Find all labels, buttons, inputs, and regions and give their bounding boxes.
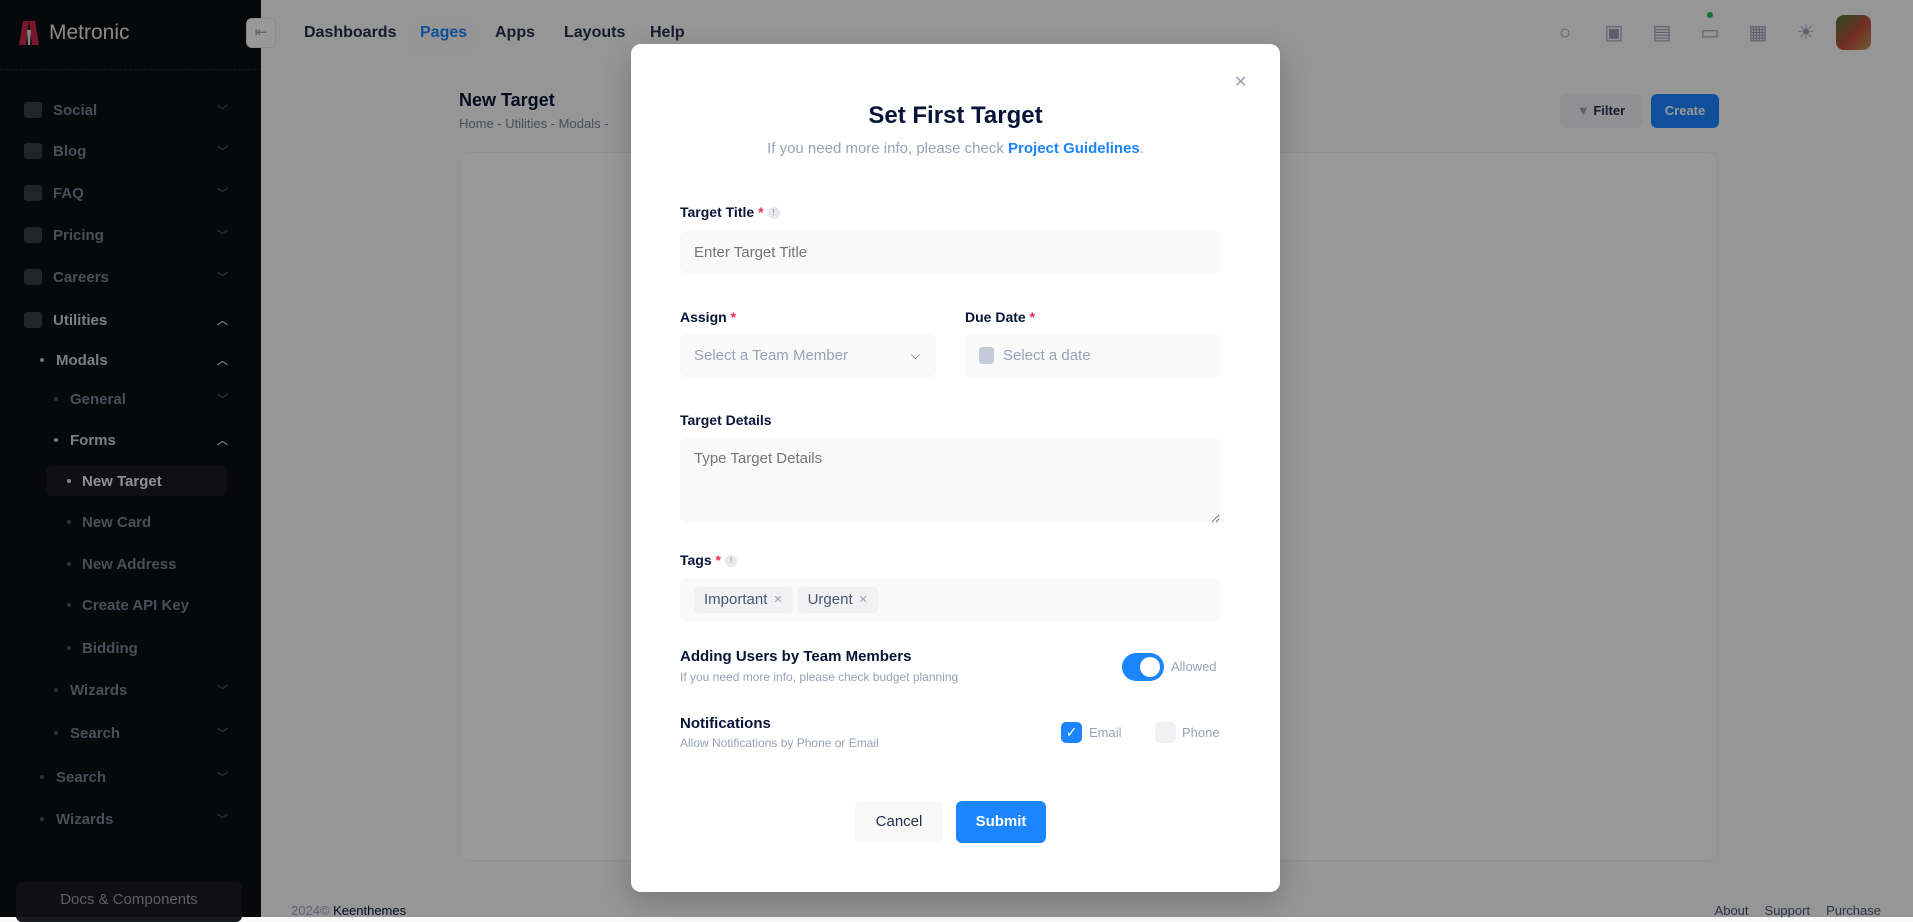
chevron-down-icon: ⌵ — [910, 348, 920, 362]
phone-label: Phone — [1182, 725, 1220, 740]
due-date-input[interactable]: Select a date — [965, 334, 1220, 377]
target-details-label: Target Details — [680, 412, 772, 428]
modal-title: Set First Target — [868, 102, 1043, 129]
email-label: Email — [1089, 725, 1122, 740]
submit-button[interactable]: Submit — [956, 801, 1046, 843]
allowed-toggle[interactable] — [1122, 653, 1164, 681]
target-title-label: Target Title *! — [680, 204, 780, 220]
close-icon[interactable]: ✕ — [1234, 72, 1247, 92]
adding-users-title: Adding Users by Team Members — [680, 648, 912, 665]
modal-subtitle: If you need more info, please check Proj… — [767, 140, 1144, 157]
tag-important: Important ✕ — [694, 586, 793, 613]
project-guidelines-link[interactable]: Project Guidelines — [1008, 140, 1140, 157]
email-checkbox[interactable]: ✓ — [1061, 722, 1082, 743]
target-title-input[interactable] — [680, 231, 1220, 273]
check-icon: ✓ — [1065, 724, 1078, 740]
remove-tag-icon[interactable]: ✕ — [859, 593, 868, 606]
adding-users-desc: If you need more info, please check budg… — [680, 670, 959, 684]
due-date-label: Due Date * — [965, 309, 1036, 325]
target-details-textarea[interactable] — [680, 438, 1220, 523]
toggle-label: Allowed — [1171, 659, 1217, 674]
tags-input[interactable]: Important ✕ Urgent ✕ — [680, 578, 1220, 621]
tags-label: Tags *! — [680, 552, 737, 568]
assign-select[interactable]: Select a Team Member ⌵ — [680, 334, 936, 377]
assign-label: Assign * — [680, 309, 737, 325]
cancel-button[interactable]: Cancel — [855, 801, 943, 843]
notifications-desc: Allow Notifications by Phone or Email — [680, 736, 879, 750]
calendar-icon — [979, 347, 994, 364]
info-icon[interactable]: ! — [767, 207, 780, 219]
tag-urgent: Urgent ✕ — [797, 586, 878, 613]
toggle-knob — [1140, 657, 1160, 677]
info-icon[interactable]: ! — [724, 555, 737, 567]
notifications-title: Notifications — [680, 715, 771, 732]
phone-checkbox[interactable] — [1155, 722, 1176, 743]
remove-tag-icon[interactable]: ✕ — [773, 593, 782, 606]
set-target-modal: ✕ Set First Target If you need more info… — [631, 44, 1280, 892]
